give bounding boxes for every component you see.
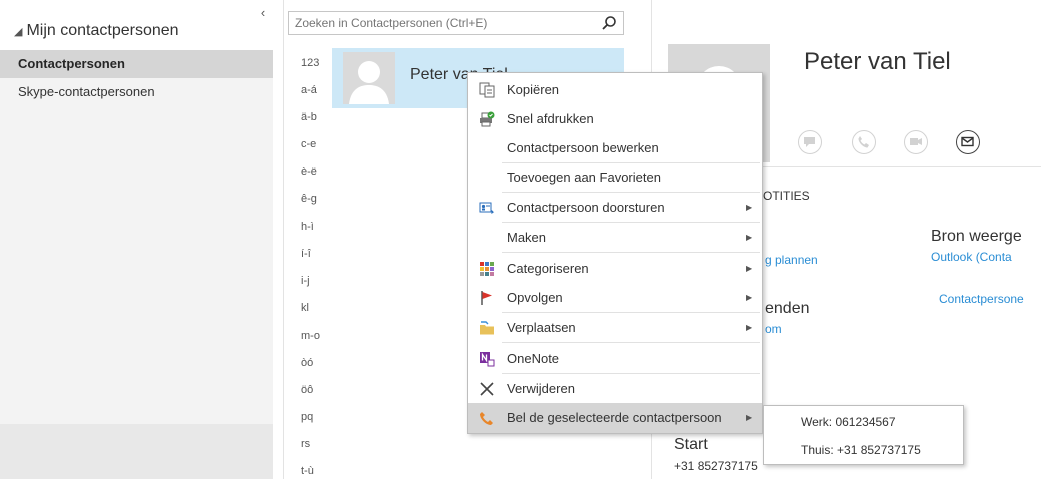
- menu-item-label: Snel afdrukken: [507, 111, 594, 126]
- start-label: Start: [674, 436, 708, 453]
- phone-icon: [480, 412, 493, 425]
- quick-print-icon: [480, 111, 495, 127]
- search-icon[interactable]: [601, 15, 617, 31]
- submenu-item-label: Werk: 061234567: [801, 415, 896, 429]
- menu-item-label: Contactpersoon bewerken: [507, 140, 659, 155]
- index-letter[interactable]: è-ë: [301, 163, 331, 181]
- index-letter[interactable]: pq: [301, 408, 331, 426]
- submenu-item-home-phone[interactable]: Thuis: +31 852737175: [764, 436, 963, 464]
- index-letter[interactable]: m-o: [301, 327, 331, 345]
- pane-divider[interactable]: [283, 0, 284, 479]
- index-letter[interactable]: 123: [301, 54, 331, 72]
- menu-item-label: Toevoegen aan Favorieten: [507, 170, 661, 185]
- menu-separator: [502, 252, 760, 253]
- index-letter[interactable]: h-ì: [301, 218, 331, 236]
- menu-item-follow-up[interactable]: Opvolgen ▶: [468, 283, 762, 313]
- notes-heading: OTITIES: [763, 189, 810, 203]
- video-icon[interactable]: [904, 130, 928, 154]
- menu-item-label: Categoriseren: [507, 261, 589, 276]
- start-phone: +31 852737175: [674, 459, 758, 473]
- menu-item-copy[interactable]: Kopiëren: [468, 75, 762, 105]
- move-folder-icon: [480, 321, 494, 335]
- menu-item-categorize[interactable]: Categoriseren ▶: [468, 254, 762, 284]
- index-letter[interactable]: i-j: [301, 272, 331, 290]
- index-letter[interactable]: a-á: [301, 81, 331, 99]
- index-letter[interactable]: rs: [301, 435, 331, 453]
- schedule-meeting-link[interactable]: g plannen: [765, 253, 818, 267]
- delete-icon: [480, 382, 494, 396]
- submenu-arrow-icon: ▶: [746, 323, 753, 332]
- submenu-item-label: Thuis: +31 852737175: [801, 443, 921, 457]
- menu-item-create[interactable]: Maken ▶: [468, 223, 762, 253]
- index-letter[interactable]: t-ù: [301, 462, 331, 480]
- nav-item-contacts[interactable]: Contactpersonen: [0, 50, 273, 78]
- context-menu: Kopiëren Snel afdrukken Contactpersoon b…: [467, 72, 763, 434]
- index-letter[interactable]: öô: [301, 381, 331, 399]
- source-heading: Bron weerge: [931, 228, 1022, 245]
- menu-item-label: Bel de geselecteerde contactpersoon: [507, 410, 722, 425]
- contacts-folder-link[interactable]: Contactpersone: [939, 292, 1024, 306]
- copy-icon: [479, 82, 495, 98]
- submenu-arrow-icon: ▶: [746, 264, 753, 273]
- submenu-arrow-icon: ▶: [746, 203, 753, 212]
- menu-item-call-contact[interactable]: Bel de geselecteerde contactpersoon ▶: [468, 403, 762, 433]
- submenu-arrow-icon: ▶: [746, 293, 753, 302]
- menu-item-move[interactable]: Verplaatsen ▶: [468, 313, 762, 343]
- index-letter[interactable]: ä-b: [301, 108, 331, 126]
- im-icon[interactable]: [798, 130, 822, 154]
- submenu-arrow-icon: ▶: [746, 413, 753, 422]
- source-link[interactable]: Outlook (Conta: [931, 250, 1012, 264]
- menu-item-label: OneNote: [507, 351, 560, 366]
- call-icon[interactable]: [852, 130, 876, 154]
- menu-item-quick-print[interactable]: Snel afdrukken: [468, 104, 762, 134]
- detail-contact-name: Peter van Tiel: [804, 48, 951, 75]
- menu-item-label: Verwijderen: [507, 381, 575, 396]
- my-contacts-header[interactable]: ◢ Mijn contactpersonen: [14, 22, 179, 40]
- menu-item-label: Maken: [507, 230, 547, 245]
- onenote-icon: [480, 352, 495, 367]
- menu-separator: [502, 342, 760, 343]
- expand-triangle-icon[interactable]: ◢: [14, 26, 22, 38]
- email-icon[interactable]: [956, 130, 980, 154]
- menu-item-label: Kopiëren: [507, 82, 560, 97]
- menu-item-forward-contact[interactable]: Contactpersoon doorsturen ▶: [468, 193, 762, 223]
- friends-heading: enden: [765, 300, 810, 317]
- call-submenu: Werk: 061234567 Thuis: +31 852737175: [763, 405, 964, 465]
- search-box[interactable]: [288, 11, 624, 35]
- menu-item-delete[interactable]: Verwijderen: [468, 374, 762, 404]
- index-letter[interactable]: ê-g: [301, 190, 331, 208]
- nav-item-skype-contacts[interactable]: Skype-contactpersonen: [0, 78, 273, 106]
- follow-up-flag-icon: [481, 291, 492, 305]
- collapse-pane-icon[interactable]: ‹: [256, 6, 270, 20]
- menu-item-edit-contact[interactable]: Contactpersoon bewerken: [468, 133, 762, 163]
- friends-link[interactable]: om: [765, 322, 782, 336]
- navigation-pane-background: [0, 54, 273, 479]
- menu-item-label: Contactpersoon doorsturen: [507, 200, 665, 215]
- index-letter[interactable]: kl: [301, 299, 331, 317]
- submenu-item-work-phone[interactable]: Werk: 061234567: [764, 408, 963, 436]
- person-icon: [349, 61, 389, 104]
- avatar-placeholder: [343, 52, 395, 104]
- submenu-arrow-icon: ▶: [746, 233, 753, 242]
- index-letter[interactable]: c-e: [301, 135, 331, 153]
- search-input[interactable]: [295, 12, 595, 34]
- menu-item-onenote[interactable]: OneNote: [468, 344, 762, 374]
- navigation-bottom-bar: [0, 424, 273, 479]
- menu-item-label: Verplaatsen: [507, 320, 576, 335]
- my-contacts-label: Mijn contactpersonen: [26, 22, 179, 39]
- menu-item-label: Opvolgen: [507, 290, 563, 305]
- categorize-icon: [480, 262, 494, 276]
- forward-contact-icon: [479, 202, 495, 214]
- index-letter[interactable]: í-î: [301, 245, 331, 263]
- index-letter[interactable]: òó: [301, 354, 331, 372]
- menu-item-add-favorites[interactable]: Toevoegen aan Favorieten: [468, 163, 762, 193]
